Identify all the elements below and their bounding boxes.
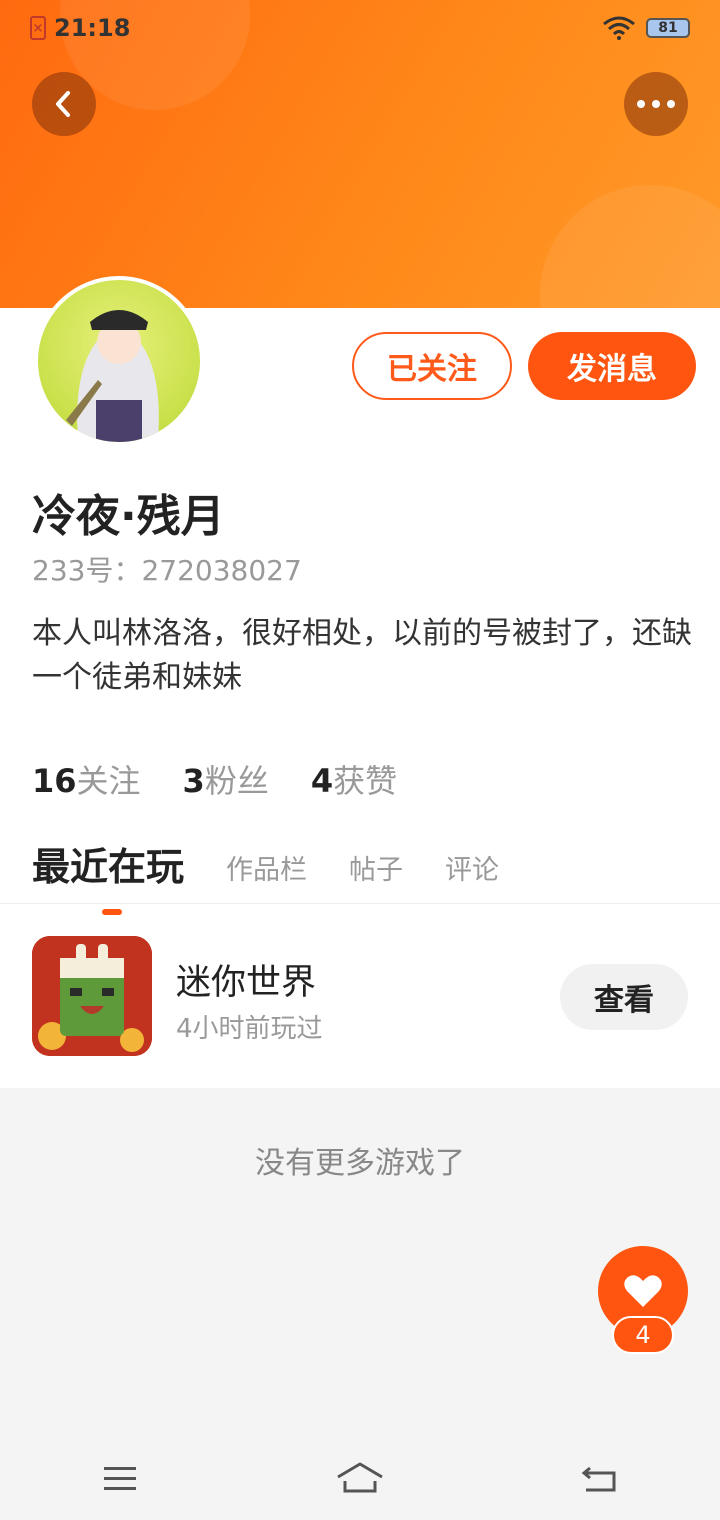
game-name: 迷你世界 <box>176 963 317 1003</box>
stat-fans[interactable]: 3粉丝 <box>183 756 269 802</box>
game-icon-art <box>32 936 152 1056</box>
profile-tabs: 最近在玩 作品栏 帖子 评论 <box>32 836 499 915</box>
active-tab-indicator <box>102 909 122 915</box>
battery-icon: 81 <box>646 18 690 38</box>
profile-bio: 本人叫林洛洛，很好相处，以前的号被封了，还缺一个徒弟和妹妹 <box>32 616 692 695</box>
return-button[interactable] <box>570 1448 630 1508</box>
return-icon <box>581 1466 616 1492</box>
tab-comments[interactable]: 评论 <box>445 848 499 891</box>
profile-header: × 21:18 81 <box>0 0 720 310</box>
menu-icon <box>104 1467 136 1490</box>
home-icon <box>337 1462 383 1493</box>
tab-posts[interactable]: 帖子 <box>349 848 403 891</box>
home-button[interactable] <box>330 1448 390 1508</box>
more-icon <box>637 100 675 108</box>
avatar[interactable] <box>34 276 204 446</box>
game-icon[interactable] <box>32 936 152 1056</box>
profile-stats: 16关注 3粉丝 4获赞 <box>32 756 397 802</box>
menu-button[interactable] <box>90 1448 150 1508</box>
heart-icon <box>624 1275 662 1307</box>
system-nav-bar <box>0 1436 720 1520</box>
game-last-played: 4小时前玩过 <box>176 1014 323 1044</box>
more-button[interactable] <box>624 72 688 136</box>
following-count: 16 <box>32 762 77 800</box>
tab-recent-played-label: 最近在玩 <box>32 845 185 889</box>
sim-icon: × <box>30 16 46 40</box>
likes-count: 4 <box>310 762 334 800</box>
fans-label: 粉丝 <box>204 762 269 800</box>
send-message-button[interactable]: 发消息 <box>528 332 696 400</box>
stat-likes[interactable]: 4获赞 <box>311 756 397 802</box>
avatar-illustration <box>66 310 159 442</box>
status-bar: × 21:18 81 <box>30 12 690 44</box>
following-label: 关注 <box>76 762 141 800</box>
tabs-divider <box>0 903 720 904</box>
followed-button[interactable]: 已关注 <box>352 332 512 400</box>
wifi-icon <box>603 16 635 40</box>
back-icon <box>56 91 70 117</box>
view-game-button[interactable]: 查看 <box>560 964 688 1030</box>
back-button[interactable] <box>32 72 96 136</box>
like-count-badge: 4 <box>612 1316 674 1354</box>
battery-level: 81 <box>658 20 678 36</box>
profile-name: 冷夜·残月 <box>32 491 225 542</box>
likes-label: 获赞 <box>333 762 398 800</box>
no-more-games-text: 没有更多游戏了 <box>255 1146 465 1181</box>
profile-id: 233号：272038027 <box>32 554 302 587</box>
stat-following[interactable]: 16关注 <box>32 756 141 802</box>
tab-works[interactable]: 作品栏 <box>226 848 307 891</box>
fans-count: 3 <box>182 762 205 800</box>
tab-recent-played[interactable]: 最近在玩 <box>32 836 185 915</box>
status-time: 21:18 <box>54 14 131 42</box>
